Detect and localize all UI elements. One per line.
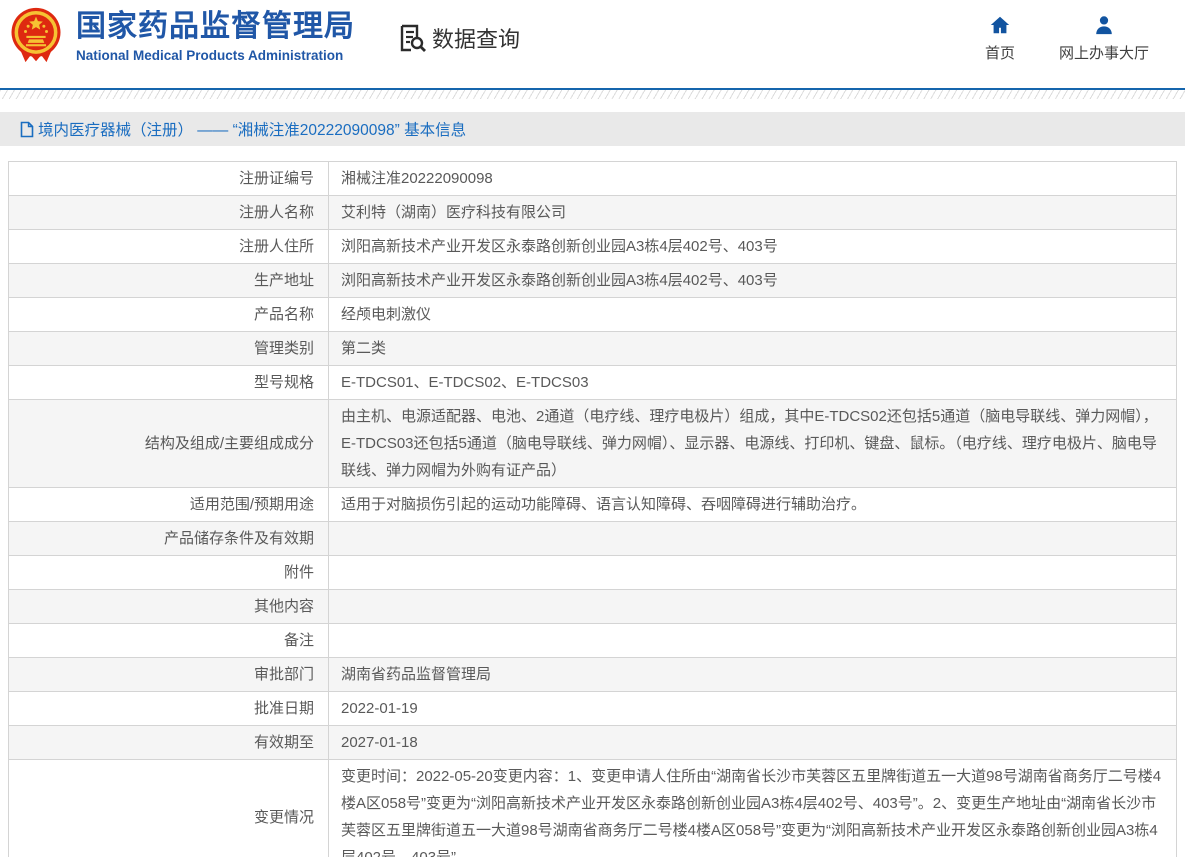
field-label: 管理类别	[9, 332, 329, 366]
field-value: 2027-01-18	[329, 726, 1177, 760]
field-value: 第二类	[329, 332, 1177, 366]
field-value: 浏阳高新技术产业开发区永泰路创新创业园A3栋4层402号、403号	[329, 264, 1177, 298]
field-label: 注册人名称	[9, 196, 329, 230]
field-label: 附件	[9, 556, 329, 590]
data-query-label: 数据查询	[432, 22, 520, 54]
field-label: 备注	[9, 624, 329, 658]
field-label: 变更情况	[9, 760, 329, 857]
breadcrumb: 境内医疗器械（注册） —— “湘械注准20222090098” 基本信息	[0, 112, 1185, 146]
nav-service-hall[interactable]: 网上办事大厅	[1059, 14, 1149, 63]
field-label: 注册人住所	[9, 230, 329, 264]
row-storage-conditions: 产品储存条件及有效期	[9, 522, 1177, 556]
field-value: 变更时间：2022-05-20变更内容：1、变更申请人住所由“湖南省长沙市芙蓉区…	[329, 760, 1177, 857]
row-production-address: 生产地址 浏阳高新技术产业开发区永泰路创新创业园A3栋4层402号、403号	[9, 264, 1177, 298]
row-cert-number: 注册证编号 湘械注准20222090098	[9, 162, 1177, 196]
hatch-band	[0, 90, 1185, 99]
top-nav: 首页 网上办事大厅	[985, 14, 1149, 63]
field-value: 由主机、电源适配器、电池、2通道（电疗线、理疗电极片）组成，其中E-TDCS02…	[329, 400, 1177, 488]
field-label: 其他内容	[9, 590, 329, 624]
field-value: 经颅电刺激仪	[329, 298, 1177, 332]
field-value: 湘械注准20222090098	[329, 162, 1177, 196]
field-value: 浏阳高新技术产业开发区永泰路创新创业园A3栋4层402号、403号	[329, 230, 1177, 264]
row-model-spec: 型号规格 E-TDCS01、E-TDCS02、E-TDCS03	[9, 366, 1177, 400]
field-value: 湖南省药品监督管理局	[329, 658, 1177, 692]
row-registrant-address: 注册人住所 浏阳高新技术产业开发区永泰路创新创业园A3栋4层402号、403号	[9, 230, 1177, 264]
user-icon	[1093, 14, 1115, 36]
field-label: 注册证编号	[9, 162, 329, 196]
field-value	[329, 624, 1177, 658]
field-label: 产品名称	[9, 298, 329, 332]
field-label: 有效期至	[9, 726, 329, 760]
home-icon	[989, 14, 1011, 36]
field-value	[329, 556, 1177, 590]
field-value	[329, 522, 1177, 556]
field-label: 产品储存条件及有效期	[9, 522, 329, 556]
document-icon	[20, 121, 34, 138]
registration-info-table: 注册证编号 湘械注准20222090098 注册人名称 艾利特（湖南）医疗科技有…	[8, 161, 1177, 857]
national-emblem-icon	[8, 6, 64, 64]
field-value: 适用于对脑损伤引起的运动功能障碍、语言认知障碍、吞咽障碍进行辅助治疗。	[329, 488, 1177, 522]
row-remarks: 备注	[9, 624, 1177, 658]
row-other-content: 其他内容	[9, 590, 1177, 624]
field-label: 生产地址	[9, 264, 329, 298]
row-intended-use: 适用范围/预期用途 适用于对脑损伤引起的运动功能障碍、语言认知障碍、吞咽障碍进行…	[9, 488, 1177, 522]
page-header: 国家药品监督管理局 National Medical Products Admi…	[0, 0, 1185, 88]
site-subtitle: National Medical Products Administration	[76, 48, 355, 63]
row-approval-date: 批准日期 2022-01-19	[9, 692, 1177, 726]
row-management-class: 管理类别 第二类	[9, 332, 1177, 366]
field-value: 2022-01-19	[329, 692, 1177, 726]
row-attachment: 附件	[9, 556, 1177, 590]
field-label: 型号规格	[9, 366, 329, 400]
breadcrumb-text: 境内医疗器械（注册） —— “湘械注准20222090098” 基本信息	[38, 118, 466, 140]
field-label: 适用范围/预期用途	[9, 488, 329, 522]
brand-block: 国家药品监督管理局 National Medical Products Admi…	[76, 10, 355, 63]
row-registrant-name: 注册人名称 艾利特（湖南）医疗科技有限公司	[9, 196, 1177, 230]
field-label: 结构及组成/主要组成成分	[9, 400, 329, 488]
field-value: 艾利特（湖南）医疗科技有限公司	[329, 196, 1177, 230]
row-change-info: 变更情况 变更时间：2022-05-20变更内容：1、变更申请人住所由“湖南省长…	[9, 760, 1177, 857]
row-approval-department: 审批部门 湖南省药品监督管理局	[9, 658, 1177, 692]
row-valid-until: 有效期至 2027-01-18	[9, 726, 1177, 760]
nav-service-hall-label: 网上办事大厅	[1059, 42, 1149, 63]
field-value	[329, 590, 1177, 624]
nav-home-label: 首页	[985, 42, 1015, 63]
field-label: 批准日期	[9, 692, 329, 726]
row-product-name: 产品名称 经颅电刺激仪	[9, 298, 1177, 332]
field-label: 审批部门	[9, 658, 329, 692]
field-value: E-TDCS01、E-TDCS02、E-TDCS03	[329, 366, 1177, 400]
data-query-icon	[397, 23, 427, 53]
row-composition: 结构及组成/主要组成成分 由主机、电源适配器、电池、2通道（电疗线、理疗电极片）…	[9, 400, 1177, 488]
site-title: 国家药品监督管理局	[76, 10, 355, 44]
nav-home[interactable]: 首页	[985, 14, 1015, 63]
data-query-heading: 数据查询	[397, 22, 520, 54]
